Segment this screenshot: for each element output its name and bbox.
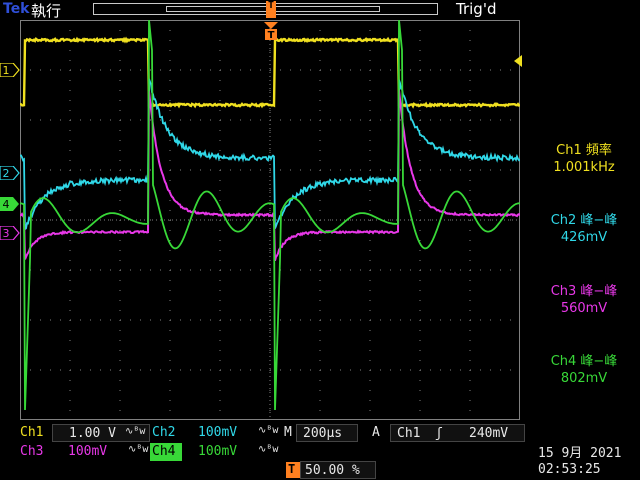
waveform-traces xyxy=(20,20,520,410)
ch4-label-box: Ch4 xyxy=(150,443,182,461)
measurement-value: 802mV xyxy=(524,370,640,387)
brand-logo: Tek xyxy=(3,1,30,17)
acquisition-status: 執行 xyxy=(31,0,61,21)
svg-text:4: 4 xyxy=(3,198,10,211)
ch2-label: Ch2 xyxy=(152,425,175,440)
trigger-level: 240mV xyxy=(469,426,508,441)
measurement-label: Ch3 峰−峰 xyxy=(524,283,640,300)
ch4-settings[interactable]: Ch4 100mV ∿ᴮw xyxy=(150,443,285,461)
rising-edge-icon: ʃ xyxy=(435,426,443,441)
ch1-label: Ch1 xyxy=(20,425,43,440)
ch2-scale: 100mV xyxy=(198,425,237,440)
bandwidth-limit-icon: ∿ᴮw xyxy=(125,426,145,437)
ch2-ground-marker[interactable]: 2 xyxy=(0,165,20,179)
trigger-status: Trig'd xyxy=(456,0,496,18)
date: 15 9月 2021 xyxy=(538,446,621,462)
record-trigger-marker[interactable]: T xyxy=(266,1,276,18)
trigger-settings[interactable]: Ch1 ʃ 240mV xyxy=(390,424,525,442)
trigger-level-marker[interactable] xyxy=(512,52,522,64)
trigger-source: Ch1 xyxy=(397,426,420,441)
bandwidth-limit-icon: ∿ᴮw xyxy=(258,444,278,455)
measurement-label: Ch4 峰−峰 xyxy=(524,353,640,370)
measurement-value: 560mV xyxy=(524,300,640,317)
measurement-label: Ch1 頻率 xyxy=(524,142,640,159)
measurement-value: 426mV xyxy=(524,229,640,246)
trigger-position-box[interactable]: 50.00 % xyxy=(300,461,376,479)
timebase-prefix: M xyxy=(284,425,292,440)
waveform-display[interactable] xyxy=(20,20,520,420)
svg-text:3: 3 xyxy=(3,227,10,240)
bandwidth-limit-icon: ∿ᴮw xyxy=(128,444,148,455)
bandwidth-limit-icon: ∿ᴮw xyxy=(258,425,278,436)
ch1-scale-box: 1.00 V ∿ᴮw xyxy=(52,424,150,442)
measurement-ch3-peak-to-peak: Ch3 峰−峰 560mV xyxy=(524,283,640,317)
ch1-settings[interactable]: Ch1 1.00 V ∿ᴮw xyxy=(20,424,150,442)
trigger-position-value: 50.00 % xyxy=(305,463,360,478)
svg-text:2: 2 xyxy=(3,167,10,180)
ch4-label: Ch4 xyxy=(152,444,175,459)
measurement-value: 1.001kHz xyxy=(524,159,640,176)
ch3-trace xyxy=(20,90,520,261)
ch4-scale: 100mV xyxy=(198,444,237,459)
trigger-time-marker[interactable]: T xyxy=(264,22,278,40)
graticule xyxy=(20,20,520,420)
datetime-display: 15 9月 2021 02:53:25 xyxy=(538,446,621,478)
svg-text:1: 1 xyxy=(3,64,10,77)
record-length-indicator: T xyxy=(93,3,438,15)
ch3-ground-marker[interactable]: 3 xyxy=(0,225,20,239)
ch3-settings[interactable]: Ch3 100mV ∿ᴮw xyxy=(20,443,150,461)
ch3-label: Ch3 xyxy=(20,444,43,459)
ch3-scale: 100mV xyxy=(68,444,107,459)
status-bar: Tek 執行 T Trig'd xyxy=(0,0,640,20)
measurement-ch2-peak-to-peak: Ch2 峰−峰 426mV xyxy=(524,212,640,246)
trigger-position-icon: T xyxy=(286,462,300,478)
ch4-ground-marker[interactable]: 4 xyxy=(0,196,20,210)
ch2-settings[interactable]: Ch2 100mV ∿ᴮw xyxy=(150,424,285,442)
measurement-ch4-peak-to-peak: Ch4 峰−峰 802mV xyxy=(524,353,640,387)
measurement-label: Ch2 峰−峰 xyxy=(524,212,640,229)
timebase-box[interactable]: 200µs xyxy=(296,424,358,442)
timebase-value: 200µs xyxy=(303,426,342,441)
svg-text:T: T xyxy=(268,30,275,40)
trigger-prefix: A xyxy=(372,425,380,440)
ch1-scale: 1.00 V xyxy=(69,426,116,441)
ch1-ground-marker[interactable]: 1 xyxy=(0,62,20,76)
time: 02:53:25 xyxy=(538,462,621,478)
measurement-ch1-frequency: Ch1 頻率 1.001kHz xyxy=(524,142,640,176)
